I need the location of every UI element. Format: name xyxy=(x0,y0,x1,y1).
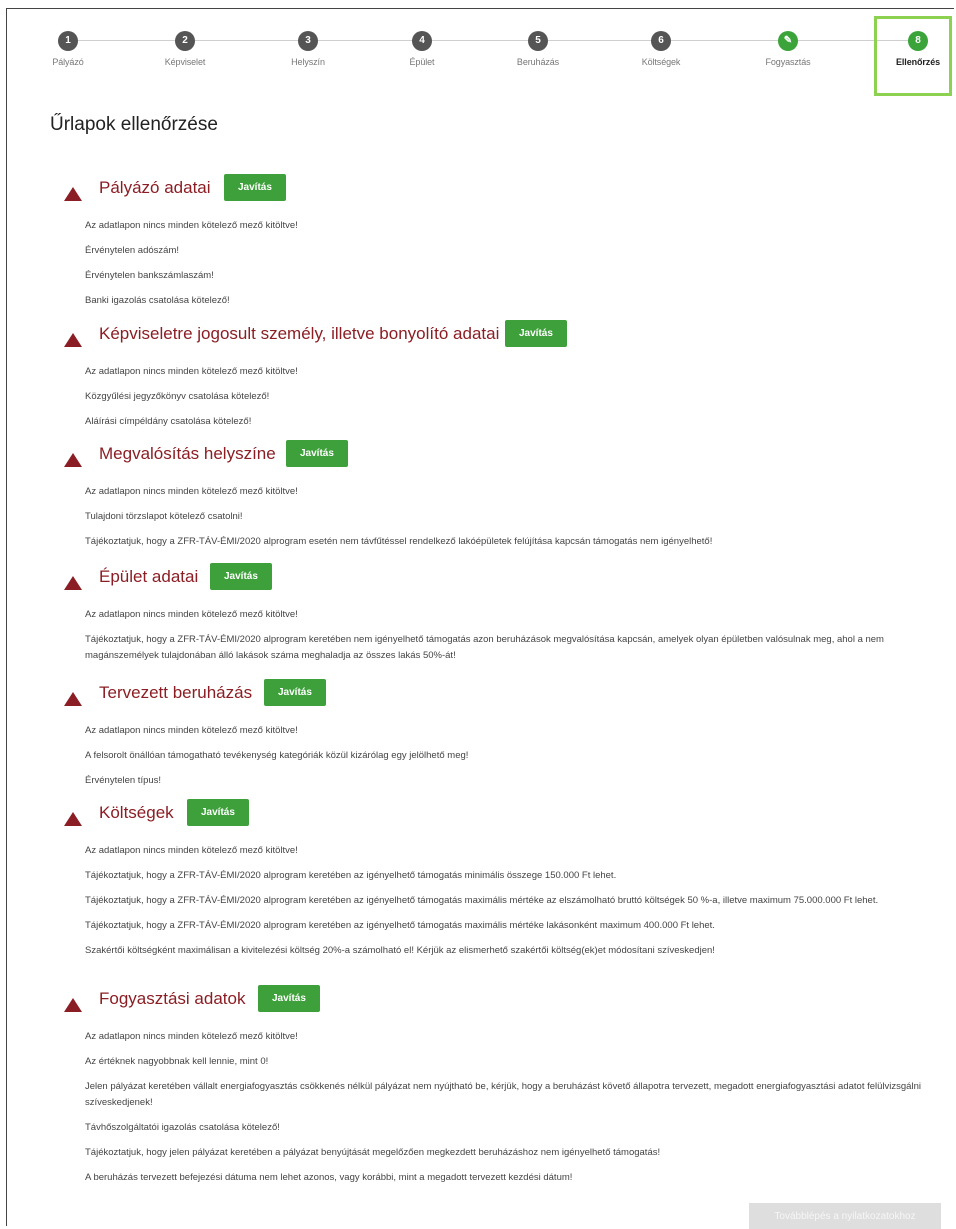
step-number-1: 1 xyxy=(58,31,78,51)
error-message: Tájékoztatjuk, hogy a ZFR-TÁV-ÉMI/2020 a… xyxy=(85,634,884,661)
error-list: Az adatlapon nincs minden kötelező mező … xyxy=(85,1029,940,1195)
step-palyazo[interactable]: 1 Pályázó xyxy=(13,31,123,67)
error-list: Az adatlapon nincs minden kötelező mező … xyxy=(85,218,940,318)
error-list: Az adatlapon nincs minden kötelező mező … xyxy=(85,484,940,559)
section-title: Képviseletre jogosult személy, illetve b… xyxy=(99,324,500,343)
error-message: Szakértői költségként maximálisan a kivi… xyxy=(85,945,715,956)
step-number-6: 6 xyxy=(651,31,671,51)
wizard-stepper: 1 Pályázó 2 Képviselet 3 Helyszín 4 Épül… xyxy=(6,10,950,100)
error-list: Az adatlapon nincs minden kötelező mező … xyxy=(85,607,940,673)
error-list: Az adatlapon nincs minden kötelező mező … xyxy=(85,364,940,439)
step-number-4: 4 xyxy=(412,31,432,51)
error-message: Az adatlapon nincs minden kötelező mező … xyxy=(85,486,298,497)
page-title: Űrlapok ellenőrzése xyxy=(50,114,218,135)
step-number-3: 3 xyxy=(298,31,318,51)
warning-icon xyxy=(64,998,82,1012)
fix-button[interactable]: Javítás xyxy=(264,679,326,706)
warning-icon xyxy=(64,576,82,590)
fix-button[interactable]: Javítás xyxy=(286,440,348,467)
error-message: Érvénytelen adószám! xyxy=(85,245,179,256)
next-to-declarations-button[interactable]: Továbblépés a nyilatkozatokhoz xyxy=(749,1203,941,1229)
error-message: Távhőszolgáltatói igazolás csatolása köt… xyxy=(85,1122,280,1133)
section-title: Tervezett beruházás xyxy=(99,683,253,702)
warning-icon xyxy=(64,812,82,826)
warning-icon xyxy=(64,453,82,467)
step-label-fogyasztas: Fogyasztás xyxy=(765,57,811,67)
section-title: Költségek xyxy=(99,803,174,822)
fix-button[interactable]: Javítás xyxy=(224,174,286,201)
error-message: Banki igazolás csatolása kötelező! xyxy=(85,295,230,306)
error-list: Az adatlapon nincs minden kötelező mező … xyxy=(85,843,940,968)
step-label-helyszin: Helyszín xyxy=(291,57,325,67)
pencil-icon: ✎ xyxy=(778,31,798,51)
error-message: Tájékoztatjuk, hogy jelen pályázat keret… xyxy=(85,1147,661,1158)
error-message: A felsorolt önállóan támogatható tevéken… xyxy=(85,750,469,761)
fix-button[interactable]: Javítás xyxy=(187,799,249,826)
section-title: Pályázó adatai xyxy=(99,178,211,197)
error-message: Tájékoztatjuk, hogy a ZFR-TÁV-ÉMI/2020 a… xyxy=(85,870,617,881)
step-epulet[interactable]: 4 Épület xyxy=(367,31,477,67)
active-step-highlight xyxy=(874,16,952,96)
step-label-kepviselet: Képviselet xyxy=(164,57,206,67)
step-kepviselet[interactable]: 2 Képviselet xyxy=(130,31,240,67)
fix-button[interactable]: Javítás xyxy=(258,985,320,1012)
fix-button[interactable]: Javítás xyxy=(210,563,272,590)
step-label-koltsegek: Költségek xyxy=(641,57,681,67)
section-title: Megvalósítás helyszíne xyxy=(99,444,276,463)
error-message: Tulajdoni törzslapot kötelező csatolni! xyxy=(85,511,243,522)
step-label-beruhazas: Beruházás xyxy=(516,57,560,67)
error-message: Az adatlapon nincs minden kötelező mező … xyxy=(85,366,298,377)
error-message: Az adatlapon nincs minden kötelező mező … xyxy=(85,1031,298,1042)
error-message: A beruházás tervezett befejezési dátuma … xyxy=(85,1172,573,1183)
error-message: Tájékoztatjuk, hogy a ZFR-TÁV-ÉMI/2020 a… xyxy=(85,895,879,906)
warning-icon xyxy=(64,692,82,706)
step-koltsegek[interactable]: 6 Költségek xyxy=(606,31,716,67)
error-message: Az adatlapon nincs minden kötelező mező … xyxy=(85,725,298,736)
error-message: Jelen pályázat keretében vállalt energia… xyxy=(85,1081,921,1108)
step-fogyasztas[interactable]: ✎ Fogyasztás xyxy=(733,31,843,67)
fix-button[interactable]: Javítás xyxy=(505,320,567,347)
step-label-epulet: Épület xyxy=(409,57,435,67)
error-list: Az adatlapon nincs minden kötelező mező … xyxy=(85,723,940,798)
error-message: Érvénytelen bankszámlaszám! xyxy=(85,270,214,281)
error-message: Aláírási címpéldány csatolása kötelező! xyxy=(85,416,252,427)
error-message: Az értéknek nagyobbnak kell lennie, mint… xyxy=(85,1056,269,1067)
error-message: Az adatlapon nincs minden kötelező mező … xyxy=(85,609,298,620)
error-message: Érvénytelen típus! xyxy=(85,775,162,786)
step-beruhazas[interactable]: 5 Beruházás xyxy=(483,31,593,67)
error-message: Az adatlapon nincs minden kötelező mező … xyxy=(85,220,298,231)
error-message: Az adatlapon nincs minden kötelező mező … xyxy=(85,845,298,856)
section-title: Épület adatai xyxy=(99,567,199,586)
section-title: Fogyasztási adatok xyxy=(99,989,246,1008)
step-label-palyazo: Pályázó xyxy=(52,57,84,67)
step-helyszin[interactable]: 3 Helyszín xyxy=(253,31,363,67)
step-number-5: 5 xyxy=(528,31,548,51)
warning-icon xyxy=(64,333,82,347)
error-message: Tájékoztatjuk, hogy a ZFR-TÁV-ÉMI/2020 a… xyxy=(85,920,715,931)
error-message: Közgyűlési jegyzőkönyv csatolása kötelez… xyxy=(85,391,270,402)
error-message: Tájékoztatjuk, hogy a ZFR-TÁV-ÉMI/2020 a… xyxy=(85,536,713,547)
step-number-2: 2 xyxy=(175,31,195,51)
warning-icon xyxy=(64,187,82,201)
